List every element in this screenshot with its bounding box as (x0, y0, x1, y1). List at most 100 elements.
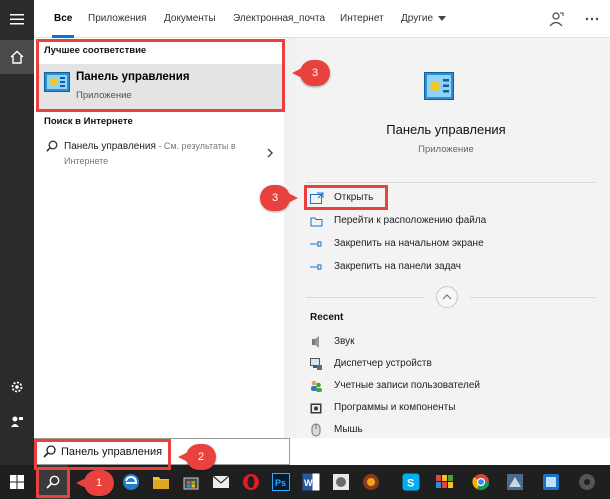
blue-app-icon (543, 474, 559, 490)
taskbar-edge[interactable] (116, 465, 146, 499)
hamburger-icon (10, 14, 24, 25)
tab-apps[interactable]: Приложения (88, 0, 147, 38)
filter-tabs: Все Приложения Документы Электронная_поч… (34, 0, 610, 38)
mail-icon (212, 475, 230, 488)
chevron-down-icon (438, 15, 447, 21)
taskbar-skype[interactable]: S (396, 465, 426, 499)
preview-title: Панель управления (386, 122, 506, 137)
tab-more[interactable]: Другие (401, 0, 447, 38)
opera-icon (243, 474, 259, 490)
control-panel-large-icon (424, 72, 454, 100)
svg-text:Ps: Ps (275, 478, 286, 488)
home-icon (10, 50, 24, 64)
edge-icon (123, 474, 139, 490)
callout-pointer (178, 452, 188, 462)
taskbar-word[interactable]: W (296, 465, 326, 499)
recent-item-label: Учетные записи пользователей (334, 380, 480, 391)
more-options-icon[interactable] (584, 11, 600, 27)
device-manager-icon (310, 358, 322, 370)
speaker-icon (312, 336, 319, 348)
feedback-button[interactable] (0, 405, 34, 439)
mouse-icon (311, 423, 321, 437)
taskbar-store[interactable] (176, 465, 206, 499)
svg-text:S: S (407, 478, 414, 490)
highlight-taskbar-search (36, 467, 70, 498)
recent-header: Recent (310, 312, 344, 323)
action-open-location-label: Перейти к расположению файла (334, 215, 487, 226)
recent-item-label: Диспетчер устройств (334, 358, 432, 369)
gear-icon (11, 381, 23, 393)
taskbar-mail[interactable] (206, 465, 236, 499)
tab-email[interactable]: Электронная_почта (233, 0, 325, 38)
taskbar-app-photos[interactable] (326, 465, 356, 499)
game-app-icon (507, 474, 523, 490)
folder-icon (153, 477, 169, 489)
recent-item-label: Мышь (334, 424, 363, 435)
taskbar-app-game[interactable] (500, 465, 530, 499)
hamburger-menu-button[interactable] (0, 2, 34, 36)
folder-icon (310, 217, 323, 227)
photoshop-icon: Ps (272, 473, 290, 491)
web-search-item[interactable]: Панель управления - См. результаты в Инт… (38, 134, 284, 174)
taskbar-app-media[interactable] (356, 465, 386, 499)
recent-item-label: Программы и компоненты (334, 402, 456, 413)
web-search-query: Панель управления (64, 141, 156, 152)
callout-pointer (76, 478, 86, 488)
feedback-icon (11, 416, 23, 427)
users-icon (311, 380, 322, 392)
start-menu-window: Все Приложения Документы Электронная_поч… (0, 0, 610, 499)
tab-documents[interactable]: Документы (164, 0, 216, 38)
highlight-search-box (34, 439, 171, 470)
recent-item-label: Звук (334, 336, 355, 347)
collapse-button[interactable] (436, 286, 458, 308)
web-search-header: Поиск в Интернете (44, 116, 133, 127)
settings-button[interactable] (0, 370, 34, 404)
callout-number: 3 (300, 60, 330, 86)
skype-icon: S (402, 473, 420, 491)
disc-app-icon (579, 474, 595, 490)
callout-pointer (288, 193, 298, 203)
tab-all[interactable]: Все (51, 0, 75, 38)
taskbar-chrome[interactable] (466, 465, 496, 499)
taskbar-app-blue[interactable] (536, 465, 566, 499)
left-rail (0, 0, 34, 465)
callout-number: 2 (186, 444, 216, 470)
highlight-best-match (36, 39, 285, 112)
tiles-icon (436, 475, 453, 488)
callout-number: 1 (84, 470, 114, 496)
preview-pane: Панель управления Приложение Открыть Пер… (296, 38, 610, 438)
action-pin-taskbar-label: Закрепить на панели задач (334, 261, 461, 272)
taskbar-photoshop[interactable]: Ps (266, 465, 296, 499)
home-button[interactable] (0, 40, 34, 74)
tab-web[interactable]: Интернет (340, 0, 384, 38)
windows-logo-icon (10, 475, 24, 489)
divider (470, 297, 596, 298)
chevron-up-icon (442, 294, 452, 300)
feedback-person-icon[interactable] (548, 11, 564, 27)
svg-text:W: W (304, 478, 313, 488)
taskbar-opera[interactable] (236, 465, 266, 499)
photos-icon (333, 474, 349, 490)
pin-icon (310, 264, 322, 270)
divider (306, 297, 424, 298)
preview-subtitle: Приложение (418, 144, 474, 155)
highlight-open-action (304, 185, 388, 210)
taskbar-app-disc[interactable] (572, 465, 602, 499)
callout-pointer (292, 68, 302, 78)
taskbar-file-explorer[interactable] (146, 465, 176, 499)
store-icon (183, 477, 199, 490)
chrome-icon (472, 474, 490, 491)
word-icon: W (302, 473, 320, 491)
callout-number: 3 (260, 185, 290, 211)
search-icon (46, 140, 58, 152)
programs-icon (310, 403, 322, 414)
web-search-text: Панель управления - См. результаты в Инт… (64, 139, 254, 169)
tab-more-label: Другие (401, 13, 434, 24)
action-pin-start-label: Закрепить на начальном экране (334, 238, 484, 249)
start-button[interactable] (2, 465, 32, 499)
media-app-icon (363, 474, 379, 490)
pin-icon (310, 241, 322, 247)
chevron-right-icon[interactable] (266, 148, 274, 158)
divider (306, 182, 596, 183)
taskbar-app-tiles[interactable] (430, 465, 460, 499)
